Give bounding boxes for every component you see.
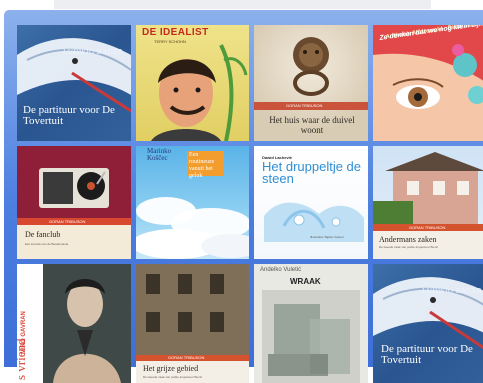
book-title: Het huis waar de duivel woont bbox=[269, 115, 355, 135]
book-author: LUDWIG BAUER bbox=[63, 48, 123, 56]
door-knocker-illustration bbox=[293, 37, 329, 96]
book-cover-2[interactable]: DE IDEALIST TERRY SCHOHN bbox=[136, 25, 249, 141]
book-cover-1[interactable]: LUDWIG BAUER De partituur voor De Tovert… bbox=[17, 25, 131, 141]
book-gallery-panel: LUDWIG BAUER De partituur voor De Tovert… bbox=[4, 10, 483, 383]
book-illustrator: Illustraties Tajslav Veanet bbox=[310, 235, 344, 239]
book-title: WRAAK bbox=[290, 277, 321, 286]
book-title: Een routineuze vanuit het geluk bbox=[189, 152, 215, 179]
book-subtitle: TERRY SCHOHN bbox=[154, 39, 186, 44]
eye-illustration bbox=[373, 44, 483, 141]
book-author: Marinko Koščec bbox=[147, 147, 172, 162]
book-author: LUDWIG BAUER bbox=[422, 287, 482, 295]
book-author: GORAN TRIBUSON bbox=[286, 103, 323, 108]
book-title: De partituur voor De Tovertuit bbox=[381, 343, 473, 366]
top-strip bbox=[54, 0, 431, 9]
book-title: De partituur voor De Tovertuit bbox=[23, 104, 115, 127]
portrait-illustration bbox=[151, 44, 248, 141]
book-subtitle: De tweede zaak van politie-inspecteur Bo… bbox=[379, 245, 439, 249]
book-author: GORAN TRIBUSON bbox=[49, 219, 86, 224]
book-title: DE IDEALIST bbox=[142, 27, 209, 38]
book-subtitle: Een kroniek van de Beatlemania bbox=[25, 242, 69, 246]
book-title: De fanclub bbox=[25, 230, 61, 239]
portrait-photo bbox=[43, 264, 131, 383]
book-author: GORAN TRIBUSON bbox=[409, 225, 446, 230]
book-cover-9[interactable]: MIRO GAVRAN s vriend bbox=[17, 264, 131, 383]
book-cover-10[interactable]: GORAN TRIBUSON Het grijze gebied De twee… bbox=[136, 264, 249, 383]
book-title: Andermans zaken bbox=[379, 235, 437, 244]
book-title: Het grijze gebied bbox=[143, 364, 199, 373]
book-title: Het druppeltje de steen bbox=[262, 159, 362, 186]
book-cover-7[interactable]: Dawid Lacheviè Het druppeltje de steen I… bbox=[254, 146, 368, 259]
book-cover-5[interactable]: GORAN TRIBUSON De fanclub Een kroniek va… bbox=[17, 146, 131, 259]
book-cover-11[interactable]: Andelko Vuletić WRAAK bbox=[254, 264, 368, 383]
book-cover-12[interactable]: LUDWIG BAUER De partituur voor De Tovert… bbox=[373, 264, 483, 383]
book-author: GORAN TRIBUSON bbox=[168, 355, 205, 360]
book-cover-8[interactable]: GORAN TRIBUSON Andermans zaken De tweede… bbox=[373, 146, 483, 259]
house-illustration bbox=[373, 152, 483, 224]
book-author: Andelko Vuletić bbox=[260, 267, 302, 273]
book-cover-6[interactable]: Marinko Koščec Een routineuze vanuit het… bbox=[136, 146, 249, 259]
building-illustration bbox=[136, 264, 249, 355]
book-title: s vriend bbox=[17, 338, 28, 380]
record-player-illustration bbox=[39, 168, 109, 208]
book-cover-grid: LUDWIG BAUER De partituur voor De Tovert… bbox=[17, 25, 483, 383]
book-subtitle: De tweede zaak van politie-inspecteur Bo… bbox=[143, 375, 203, 379]
book-cover-4[interactable]: Anthonie Mulzewski · Sinta Sarel Ze denk… bbox=[373, 25, 483, 141]
book-cover-3[interactable]: GORAN TRIBUSON Het huis waar de duivel w… bbox=[254, 25, 368, 141]
